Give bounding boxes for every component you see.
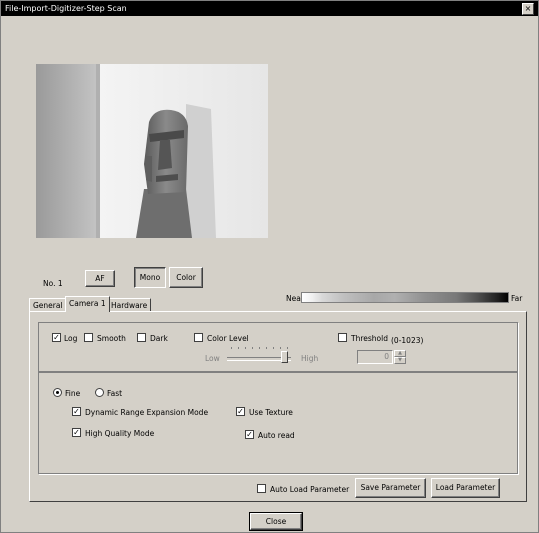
step-scan-window: File-Import-Digitizer-Step Scan × No. 1 … bbox=[0, 0, 539, 533]
save-parameter-button[interactable]: Save Parameter bbox=[355, 478, 426, 498]
mono-button[interactable]: Mono bbox=[134, 267, 166, 288]
smooth-label: Smooth bbox=[97, 334, 126, 343]
color-level-slider[interactable] bbox=[227, 346, 295, 366]
slider-ticks bbox=[231, 347, 291, 349]
auto-load-label: Auto Load Parameter bbox=[270, 485, 350, 494]
spin-down-icon[interactable]: ▼ bbox=[394, 357, 406, 364]
smooth-checkbox[interactable] bbox=[84, 333, 93, 342]
window-title: File-Import-Digitizer-Step Scan bbox=[5, 4, 127, 13]
fine-radio[interactable] bbox=[53, 388, 62, 397]
log-label: Log bbox=[64, 334, 78, 343]
close-button[interactable]: Close bbox=[249, 512, 303, 531]
threshold-input[interactable]: 0 bbox=[357, 350, 393, 364]
use-texture-checkbox[interactable]: ✓ bbox=[236, 407, 245, 416]
close-icon[interactable]: × bbox=[522, 3, 534, 15]
high-quality-checkbox[interactable]: ✓ bbox=[72, 428, 81, 437]
load-parameter-button[interactable]: Load Parameter bbox=[431, 478, 500, 498]
far-label: Far bbox=[511, 294, 523, 303]
threshold-label: Threshold bbox=[351, 334, 388, 343]
quality-options-group bbox=[38, 372, 518, 474]
color-level-label: Color Level bbox=[207, 334, 249, 343]
tab-camera-1[interactable]: Camera 1 bbox=[65, 296, 110, 312]
moai-statue-image bbox=[36, 64, 268, 238]
number-label: No. 1 bbox=[43, 279, 63, 288]
dynamic-range-label: Dynamic Range Expansion Mode bbox=[85, 408, 209, 417]
auto-read-label: Auto read bbox=[258, 431, 295, 440]
slider-high-label: High bbox=[301, 354, 319, 363]
use-texture-label: Use Texture bbox=[249, 408, 293, 417]
threshold-range-label: (0-1023) bbox=[391, 336, 424, 345]
high-quality-label: High Quality Mode bbox=[85, 429, 155, 438]
depth-range-bar bbox=[301, 292, 509, 303]
threshold-checkbox[interactable] bbox=[338, 333, 347, 342]
fine-label: Fine bbox=[65, 389, 81, 398]
title-bar: File-Import-Digitizer-Step Scan × bbox=[1, 1, 538, 16]
fast-label: Fast bbox=[107, 389, 123, 398]
af-button[interactable]: AF bbox=[85, 270, 115, 287]
tab-general[interactable]: General bbox=[29, 298, 67, 311]
dynamic-range-checkbox[interactable]: ✓ bbox=[72, 407, 81, 416]
color-level-checkbox[interactable] bbox=[194, 333, 203, 342]
auto-load-checkbox[interactable] bbox=[257, 484, 266, 493]
tab-hardware[interactable]: Hardware bbox=[107, 298, 152, 311]
dark-checkbox[interactable] bbox=[137, 333, 146, 342]
dark-label: Dark bbox=[150, 334, 168, 343]
threshold-spinner[interactable]: ▲ ▼ bbox=[394, 350, 406, 364]
slider-low-label: Low bbox=[205, 354, 220, 363]
color-button[interactable]: Color bbox=[169, 267, 203, 288]
camera-preview bbox=[36, 64, 268, 238]
spin-up-icon[interactable]: ▲ bbox=[394, 350, 406, 357]
auto-read-checkbox[interactable]: ✓ bbox=[245, 430, 254, 439]
fast-radio[interactable] bbox=[95, 388, 104, 397]
slider-thumb[interactable] bbox=[281, 351, 288, 363]
log-checkbox[interactable]: ✓ bbox=[52, 333, 61, 342]
